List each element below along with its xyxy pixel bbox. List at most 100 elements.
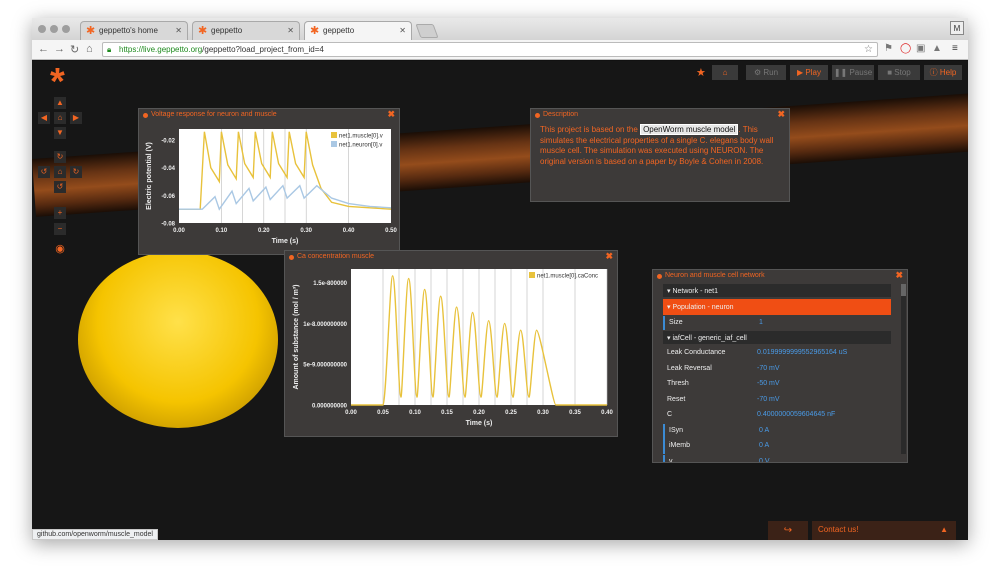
extension-icon[interactable]: ▲: [932, 43, 942, 54]
cell-node[interactable]: ▾ iafCell - generic_iaf_cell: [663, 331, 891, 344]
zoom-in-button[interactable]: +: [54, 207, 66, 219]
legend-label: net1.muscle[0].caConc: [537, 274, 598, 280]
network-widget[interactable]: Neuron and muscle cell network ✖ ▾ Netwo…: [652, 269, 908, 463]
y-axis-label: Electric potential (V): [146, 142, 153, 210]
pan-right-button[interactable]: ▶: [70, 112, 82, 124]
rotate-down-button[interactable]: ↺: [54, 181, 66, 193]
description-text: This project is based on the OpenWorm mu…: [540, 124, 774, 166]
description-widget[interactable]: Description ✖ This project is based on t…: [530, 108, 790, 202]
y-tick-label: 1.5e-800000: [313, 281, 347, 287]
description-widget-title: Description: [531, 109, 789, 121]
bookmark-star-icon[interactable]: ☆: [864, 44, 873, 55]
x-tick-label: 0.00: [345, 410, 357, 416]
geppetto-canvas[interactable]: * ▲ ◀ ⌂ ▶ ▼ ↻ ↺ ⌂ ↻ ↺ + − ◉ ★ ⌂ ⚙ Run ▶ …: [32, 61, 968, 540]
help-button[interactable]: ⓘ Help: [924, 65, 962, 80]
close-icon[interactable]: ✖: [605, 251, 613, 262]
rotate-up-button[interactable]: ↻: [54, 151, 66, 163]
param-value: 0 A: [759, 426, 770, 434]
legend-label: net1.muscle[0].v: [339, 134, 383, 140]
close-tab-icon[interactable]: ✕: [399, 26, 406, 35]
new-tab-button[interactable]: [415, 24, 439, 38]
neuron-sphere-3d[interactable]: [78, 251, 278, 428]
stop-button[interactable]: ■ Stop: [878, 65, 920, 80]
param-row: Thresh -50 mV: [663, 377, 891, 392]
pan-down-button[interactable]: ▼: [54, 127, 66, 139]
reload-icon[interactable]: ↻: [70, 43, 79, 56]
run-button[interactable]: ⚙ Run: [746, 65, 786, 80]
browser-tab-active[interactable]: ✱ geppetto ✕: [304, 21, 412, 40]
param-label: C: [667, 411, 673, 418]
rotate-left-button[interactable]: ↺: [38, 166, 50, 178]
geppetto-favicon-icon: ✱: [310, 25, 320, 37]
close-tab-icon[interactable]: ✕: [175, 26, 182, 35]
profile-button[interactable]: M: [950, 21, 964, 35]
address-bar: ← → ↻ ⌂ 🔒︎ https://live.geppetto.org/gep…: [32, 40, 968, 60]
rotate-home-button[interactable]: ⌂: [54, 166, 66, 178]
back-arrow-icon[interactable]: ←: [38, 43, 49, 55]
param-label: Thresh: [667, 380, 689, 387]
browser-tab[interactable]: ✱ geppetto's home ✕: [80, 21, 188, 40]
param-row: Leak Reversal -70 mV: [663, 362, 891, 377]
scrollbar[interactable]: [901, 284, 906, 454]
close-icon[interactable]: ✖: [387, 109, 395, 120]
pan-up-button[interactable]: ▲: [54, 97, 66, 109]
close-icon[interactable]: ✖: [895, 270, 903, 281]
param-value: 0 V: [759, 457, 770, 463]
opera-icon[interactable]: ◯: [900, 43, 911, 54]
close-window-button[interactable]: [38, 25, 46, 33]
x-tick-label: 0.40: [601, 410, 613, 416]
pan-left-button[interactable]: ◀: [38, 112, 50, 124]
contact-us-button[interactable]: Contact us! ▲: [812, 521, 956, 540]
extension-icon[interactable]: ▣: [916, 43, 925, 54]
size-row: Size 1: [663, 316, 891, 330]
rotate-right-button[interactable]: ↻: [70, 166, 82, 178]
home-button[interactable]: ⌂: [712, 65, 738, 80]
lock-icon: 🔒︎: [107, 45, 112, 54]
legend-swatch: [529, 272, 535, 278]
menu-icon[interactable]: ≡: [952, 43, 958, 54]
y-tick-label: 1e-8.000000000: [303, 322, 347, 328]
ca-concentration-widget[interactable]: Ca concentration muscle ✖ 1.5e-800000 1e-…: [284, 250, 618, 437]
legend-label: net1.neuron[0].v: [339, 143, 382, 149]
x-axis-label: Time (s): [466, 420, 493, 427]
forward-arrow-icon[interactable]: →: [54, 43, 65, 55]
close-tab-icon[interactable]: ✕: [287, 26, 294, 35]
geppetto-favicon-icon: ✱: [198, 25, 208, 37]
param-value: 0 A: [759, 442, 770, 449]
y-tick-label: -0.04: [161, 166, 175, 172]
openworm-muscle-model-link[interactable]: OpenWorm muscle model: [640, 124, 739, 135]
population-node[interactable]: ▾ Population - neuron: [663, 299, 891, 315]
x-tick-label: 0.10: [409, 410, 421, 416]
close-icon[interactable]: ✖: [777, 109, 785, 120]
param-label: Leak Reversal: [667, 364, 712, 372]
pan-home-button[interactable]: ⌂: [54, 112, 66, 124]
network-node[interactable]: ▾ Network - net1: [663, 284, 891, 297]
url-input[interactable]: 🔒︎ https://live.geppetto.org/geppetto?lo…: [102, 42, 878, 57]
share-button[interactable]: ↪: [768, 521, 808, 540]
x-tick-label: 0.30: [537, 410, 549, 416]
x-tick-label: 0.40: [343, 228, 355, 234]
y-axis-label: Amount of substance (mol / m³): [293, 285, 300, 390]
x-tick-label: 0.35: [569, 410, 581, 416]
play-button[interactable]: ▶ Play: [790, 65, 828, 80]
x-tick-label: 0.20: [258, 228, 270, 234]
voltage-widget[interactable]: Voltage response for neuron and muscle ✖…: [138, 108, 400, 255]
home-icon[interactable]: ⌂: [86, 43, 93, 55]
minimize-window-button[interactable]: [50, 25, 58, 33]
param-row: ISyn 0 A: [663, 423, 891, 439]
x-tick-label: 0.00: [173, 228, 185, 234]
x-tick-label: 0.15: [441, 410, 453, 416]
voltage-chart: -0.02 -0.04 -0.06 -0.080.00 0.10 0.20 0.30 0.40…: [146, 129, 397, 245]
github-icon[interactable]: ◉: [54, 243, 66, 255]
y-tick-label: -0.02: [161, 139, 175, 145]
pause-button[interactable]: ❚❚ Pause: [832, 65, 874, 80]
param-label: iMemb: [669, 442, 691, 449]
y-tick-label: -0.06: [161, 194, 175, 200]
browser-tab[interactable]: ✱ geppetto ✕: [192, 21, 300, 40]
tutorial-star-icon[interactable]: ★: [696, 66, 706, 79]
zoom-out-button[interactable]: −: [54, 223, 66, 235]
share-icon: ↪: [783, 525, 793, 536]
extension-icon[interactable]: ⚑: [884, 43, 893, 54]
maximize-window-button[interactable]: [62, 25, 70, 33]
param-row: Reset -70 mV: [663, 393, 891, 408]
